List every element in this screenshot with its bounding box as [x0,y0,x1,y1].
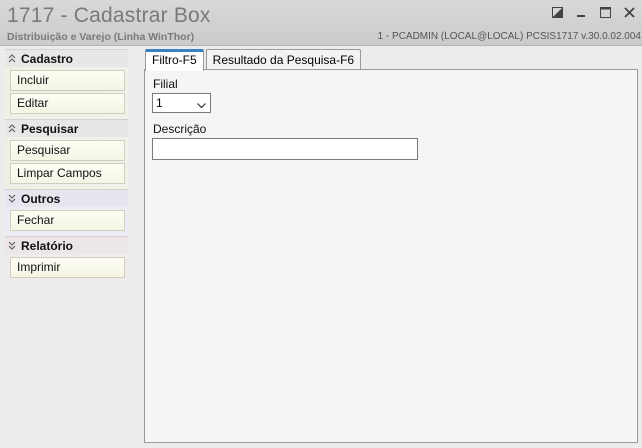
minimize-icon[interactable] [575,6,588,19]
group-title: Relatório [21,238,74,253]
incluir-button[interactable]: Incluir [10,70,125,91]
group-title: Cadastro [21,51,74,66]
chevron-down-icon [8,241,18,250]
group-cadastro: Cadastro Incluir Editar [5,49,128,119]
chevron-up-icon [8,54,18,63]
restore-icon[interactable] [551,6,564,19]
group-header-pesquisar[interactable]: Pesquisar [5,119,128,137]
filter-panel: Filial 1 Descrição [144,69,638,443]
status-info: 1 - PCADMIN (LOCAL@LOCAL) PCSIS1717 v.30… [377,31,641,42]
group-header-relatorio[interactable]: Relatório [5,236,128,254]
pesquisar-button[interactable]: Pesquisar [10,140,125,161]
fechar-button[interactable]: Fechar [10,210,125,231]
group-relatorio: Relatório Imprimir [5,236,128,283]
action-sidebar: Cadastro Incluir Editar Pesquisar Pesqui… [5,49,128,441]
limpar-campos-button[interactable]: Limpar Campos [10,163,125,184]
group-title: Outros [21,191,61,206]
chevron-down-icon [196,98,207,109]
group-header-outros[interactable]: Outros [5,189,128,207]
chevron-up-icon [8,124,18,133]
tab-resultado-pesquisa[interactable]: Resultado da Pesquisa-F6 [205,49,362,70]
group-outros: Outros Fechar [5,189,128,236]
window-subtitle: Distribuição e Varejo (Linha WinThor) [7,31,195,43]
filial-select[interactable]: 1 [152,93,211,113]
title-bar: 1717 - Cadastrar Box Distribuição e Vare… [0,0,642,46]
filial-label: Filial [153,77,178,91]
group-header-cadastro[interactable]: Cadastro [5,49,128,67]
group-pesquisar: Pesquisar Pesquisar Limpar Campos [5,119,128,189]
window-title: 1717 - Cadastrar Box [7,4,211,27]
editar-button[interactable]: Editar [10,93,125,114]
descricao-label: Descrição [153,122,207,136]
group-title: Pesquisar [21,121,79,136]
tab-bar: Filtro-F5 Resultado da Pesquisa-F6 [145,49,363,71]
filial-value: 1 [156,96,163,110]
tab-filtro[interactable]: Filtro-F5 [145,49,204,71]
window-controls [551,6,636,19]
chevron-down-icon [8,194,18,203]
imprimir-button[interactable]: Imprimir [10,257,125,278]
close-icon[interactable] [623,6,636,19]
descricao-input[interactable] [152,138,418,160]
maximize-icon[interactable] [599,6,612,19]
